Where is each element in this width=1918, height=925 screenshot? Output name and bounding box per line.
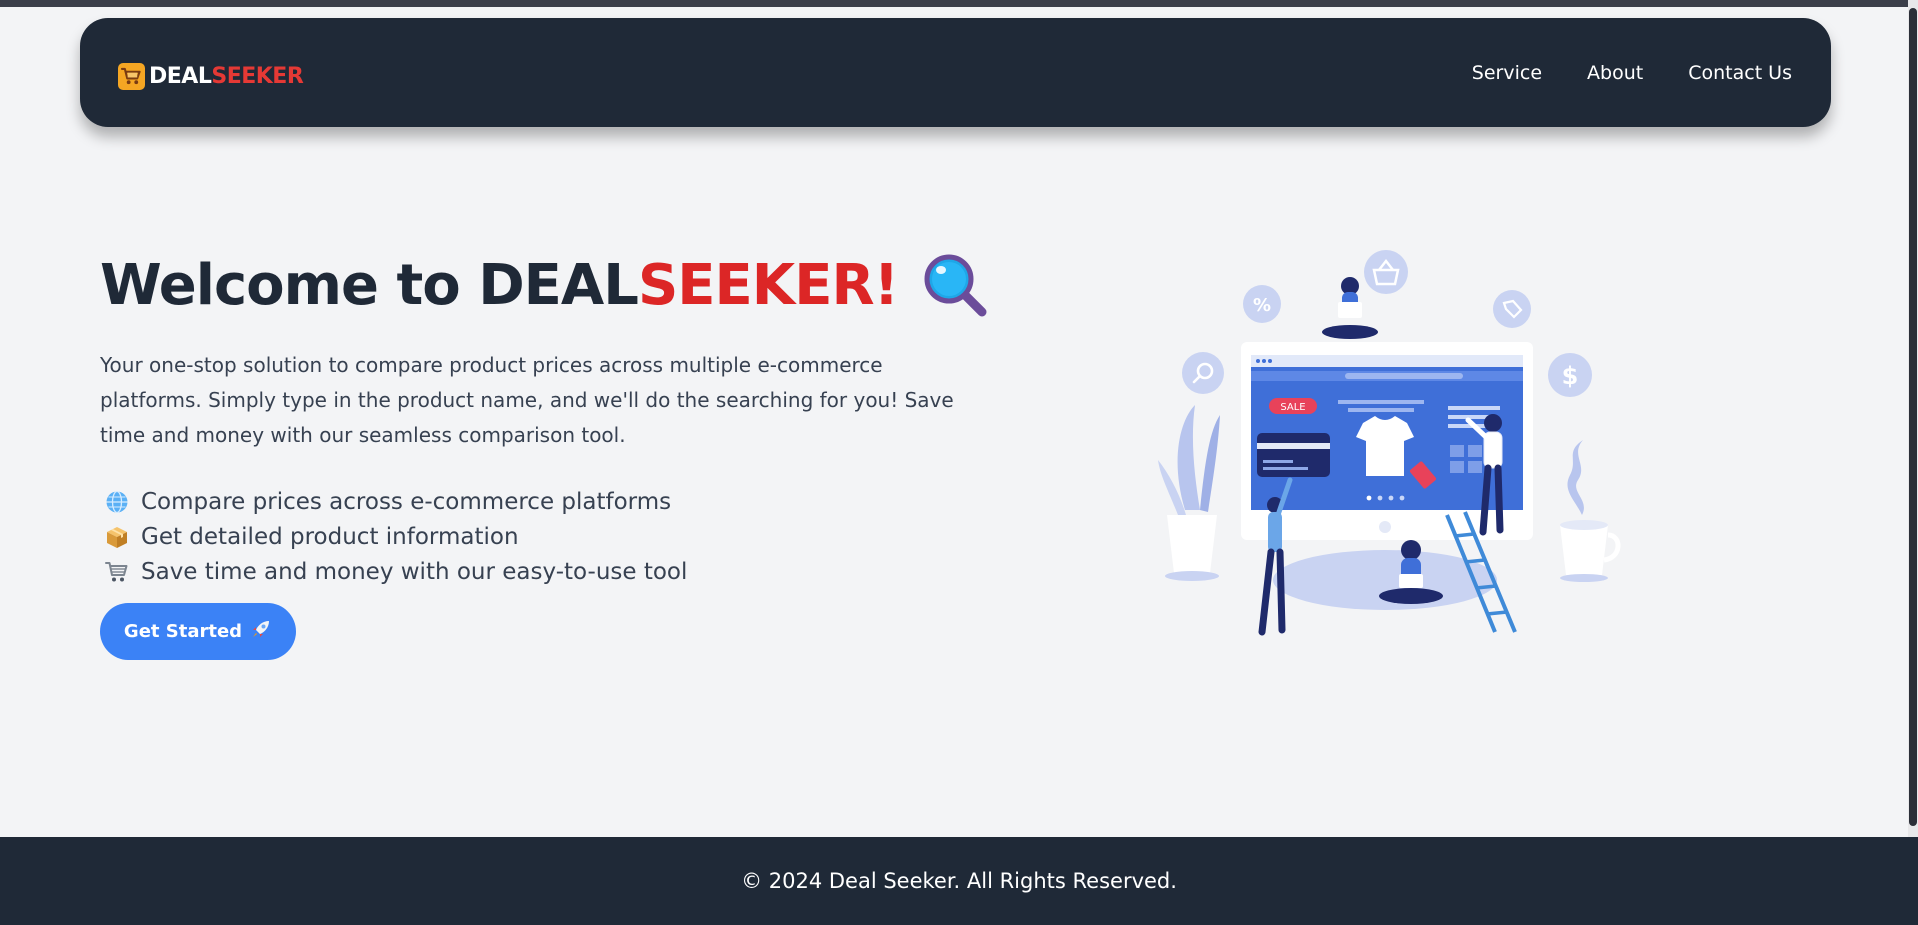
percent-symbol: %: [1253, 295, 1271, 316]
navbar: DEALSEEKER Service About Contact Us: [80, 18, 1831, 127]
nav-link-contact[interactable]: Contact Us: [1688, 62, 1792, 84]
nav-link-service[interactable]: Service: [1472, 62, 1542, 84]
hero-illustration: % $ SALE: [1150, 240, 1630, 650]
dollar-symbol: $: [1562, 362, 1579, 390]
nav-link-about[interactable]: About: [1587, 62, 1643, 84]
footer: © 2024 Deal Seeker. All Rights Reserved.: [0, 837, 1918, 925]
shopping-cart-icon: [104, 559, 130, 585]
basket-bubble: [1364, 250, 1408, 294]
scrollbar-thumb[interactable]: [1909, 8, 1917, 826]
sale-badge-text: SALE: [1280, 402, 1305, 413]
footer-copyright: © 2024 Deal Seeker. All Rights Reserved.: [741, 869, 1177, 893]
scrollbar[interactable]: [1908, 0, 1918, 837]
feature-text: Get detailed product information: [141, 523, 519, 550]
globe-icon: [104, 489, 130, 515]
search-bubble: [1182, 352, 1224, 394]
dollar-bubble: $: [1548, 353, 1592, 397]
feature-text: Save time and money with our easy-to-use…: [141, 558, 688, 585]
feature-list: Compare prices across e-commerce platfor…: [100, 484, 687, 589]
magnifying-glass-icon: [922, 252, 988, 318]
shopping-cart-icon: [118, 62, 145, 90]
hero-title-brand-part2: SEEKER!: [637, 252, 899, 318]
feature-item: Get detailed product information: [100, 519, 687, 554]
get-started-button[interactable]: Get Started: [100, 603, 296, 660]
brand-name-part1: DEAL: [149, 63, 212, 89]
percent-bubble: %: [1243, 285, 1281, 323]
brand-logo[interactable]: DEALSEEKER: [118, 60, 304, 92]
hero-title-brand-part1: DEAL: [478, 252, 639, 318]
tag-bubble: [1493, 290, 1531, 328]
brand-name-part2: SEEKER: [211, 63, 304, 89]
rocket-icon: [250, 618, 272, 645]
feature-item: Compare prices across e-commerce platfor…: [100, 484, 687, 519]
feature-text: Compare prices across e-commerce platfor…: [141, 488, 672, 515]
nav-links: Service About Contact Us: [1472, 62, 1792, 84]
get-started-label: Get Started: [123, 621, 243, 642]
hero-description: Your one-stop solution to compare produc…: [100, 353, 954, 447]
feature-item: Save time and money with our easy-to-use…: [100, 554, 687, 589]
browser-top-edge: [0, 0, 1918, 7]
hero-title: Welcome to DEAL SEEKER!: [100, 252, 988, 318]
hero-title-prefix: Welcome to: [100, 252, 479, 318]
package-icon: [104, 524, 130, 550]
brand-name: DEALSEEKER: [149, 63, 304, 89]
